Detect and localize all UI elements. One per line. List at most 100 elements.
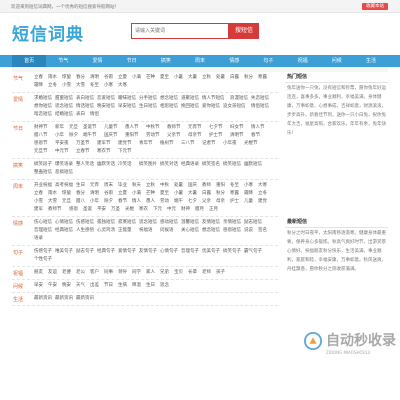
search-input[interactable] (131, 23, 229, 39)
nav-item[interactable]: 搞笑 (149, 55, 183, 67)
category-link[interactable]: 新年 (55, 124, 68, 132)
category-link[interactable]: 元旦 (62, 198, 75, 206)
category-link[interactable]: 求婚短信 (34, 95, 54, 103)
category-link[interactable]: 心情短信 (55, 219, 75, 227)
nav-item[interactable]: 首页 (12, 55, 47, 67)
category-link[interactable]: 寒衣 (139, 206, 152, 214)
category-link[interactable]: 冬至 (90, 82, 103, 90)
category-link[interactable]: 圣诞节 (83, 124, 103, 132)
category-link[interactable]: 家人 (146, 269, 159, 277)
category-link[interactable]: 腊八节 (34, 132, 54, 140)
category-link[interactable]: 老公 (76, 269, 89, 277)
category-name[interactable]: 爱情 (12, 93, 30, 121)
category-link[interactable]: 白露 (230, 74, 243, 82)
category-link[interactable]: 立春 (34, 74, 47, 82)
category-link[interactable]: 伤感句子 (34, 248, 54, 256)
category-link[interactable]: 情人 (132, 198, 145, 206)
category-link[interactable]: 七夕 (188, 198, 201, 206)
category-link[interactable]: 想你短信 (34, 103, 54, 111)
category-name[interactable]: 情感 (12, 217, 30, 245)
category-link[interactable]: 立冬 (48, 82, 61, 90)
category-link[interactable]: 长辈 (188, 269, 201, 277)
category-link[interactable]: 小暑 (174, 74, 187, 82)
category-link[interactable]: 寒露 (230, 190, 243, 198)
category-link[interactable]: 儿童 (244, 198, 257, 206)
category-link[interactable]: 爱情句子 (118, 248, 138, 256)
category-link[interactable]: 恋爱短信 (97, 95, 117, 103)
category-link[interactable]: 光棍 (125, 206, 138, 214)
category-link[interactable]: 恶搞短信 (55, 169, 75, 177)
category-link[interactable]: 语录 (34, 235, 47, 243)
category-link[interactable]: 朋友 (34, 269, 47, 277)
category-link[interactable]: 情侣短信 (251, 103, 271, 111)
category-link[interactable]: 立秋 (146, 182, 159, 190)
category-link[interactable]: 大暑 (188, 74, 201, 82)
category-link[interactable]: 搞笑签名 (202, 161, 222, 169)
category-link[interactable]: 元旦节 (34, 148, 54, 156)
category-link[interactable]: 教师节 (167, 124, 187, 132)
category-link[interactable]: 想念短信 (202, 227, 222, 235)
category-link[interactable]: 春分 (76, 190, 89, 198)
category-link[interactable]: 记者节 (202, 140, 222, 148)
category-link[interactable]: 端午 (174, 198, 187, 206)
category-link[interactable]: 春分 (76, 74, 89, 82)
category-link[interactable]: 中元 (167, 206, 180, 214)
category-link[interactable]: 除夕 (104, 198, 117, 206)
category-link[interactable]: 孤独短信 (97, 219, 117, 227)
hot-sms-text[interactable]: 兔年送你一只兔，没有短信和钞票，愿你兔年好运连连，喜事多多，事业顺利，幸福美满，… (285, 83, 388, 217)
category-link[interactable]: 母亲节 (188, 132, 208, 140)
category-link[interactable]: 清明 (90, 190, 103, 198)
category-link[interactable]: 天气 (76, 282, 89, 290)
category-link[interactable]: 建军节 (97, 140, 117, 148)
category-link[interactable]: 寂寞短信 (118, 219, 138, 227)
category-link[interactable]: 霜降 (34, 82, 47, 90)
category-link[interactable]: 春节 (251, 132, 264, 140)
category-link[interactable]: 爱你短信 (202, 103, 222, 111)
category-link[interactable]: 建党节 (118, 140, 138, 148)
category-link[interactable]: 搞笑句子 (223, 248, 243, 256)
category-link[interactable]: 老师 (202, 269, 215, 277)
category-link[interactable]: 幽默笑话 (97, 161, 117, 169)
category-link[interactable]: 生病 (118, 282, 131, 290)
category-link[interactable]: 小满 (132, 74, 145, 82)
category-link[interactable]: 生日 (146, 282, 159, 290)
category-link[interactable]: 光棍节 (244, 140, 264, 148)
category-link[interactable]: 国庆 (188, 182, 201, 190)
category-link[interactable]: 开业祝福 (34, 182, 54, 190)
category-link[interactable]: 最新资讯 (76, 295, 96, 303)
category-link[interactable]: 哲理句子 (181, 248, 201, 256)
category-link[interactable]: 儿童节 (104, 124, 124, 132)
category-link[interactable]: 立夏 (118, 190, 131, 198)
category-link[interactable]: 大雪 (48, 198, 61, 206)
category-link[interactable]: 端午节 (83, 132, 103, 140)
category-link[interactable]: 孩子 (216, 269, 229, 277)
category-link[interactable]: 失恋短信 (251, 95, 271, 103)
category-link[interactable]: 元宵 (90, 182, 103, 190)
nav-item[interactable]: 问候 (320, 55, 354, 67)
category-link[interactable]: 温馨短信 (181, 219, 201, 227)
category-link[interactable]: 谷雨 (104, 74, 117, 82)
category-link[interactable]: 思念短信 (139, 219, 159, 227)
nav-item[interactable]: 爱情 (80, 55, 114, 67)
category-link[interactable]: 小年夜 (223, 140, 243, 148)
category-link[interactable]: 浪漫短信 (230, 95, 250, 103)
category-link[interactable]: 秋分 (216, 190, 229, 198)
category-link[interactable]: 晚安短信 (97, 103, 117, 111)
category-link[interactable]: 立秋 (202, 74, 215, 82)
category-link[interactable]: 哲理短信 (34, 227, 54, 235)
category-link[interactable]: 感恩 (69, 206, 82, 214)
category-link[interactable]: 相思短信 (160, 103, 180, 111)
category-link[interactable]: 心灵鸡汤 (97, 227, 117, 235)
category-link[interactable]: 感恩短信 (223, 227, 243, 235)
category-link[interactable]: 道歉短信 (181, 95, 201, 103)
category-link[interactable]: 雨水 (48, 74, 61, 82)
category-link[interactable]: 元宵节 (188, 124, 208, 132)
category-link[interactable]: 父亲节 (167, 132, 187, 140)
category-link[interactable]: 同事 (104, 269, 117, 277)
category-link[interactable]: 霜降 (244, 190, 257, 198)
category-link[interactable]: 芒种 (146, 74, 159, 82)
category-link[interactable]: 大寒 (258, 182, 271, 190)
nav-item[interactable]: 节气 (46, 55, 80, 67)
category-link[interactable]: 腊八 (76, 198, 89, 206)
site-logo[interactable]: 短信词典 (12, 20, 84, 45)
